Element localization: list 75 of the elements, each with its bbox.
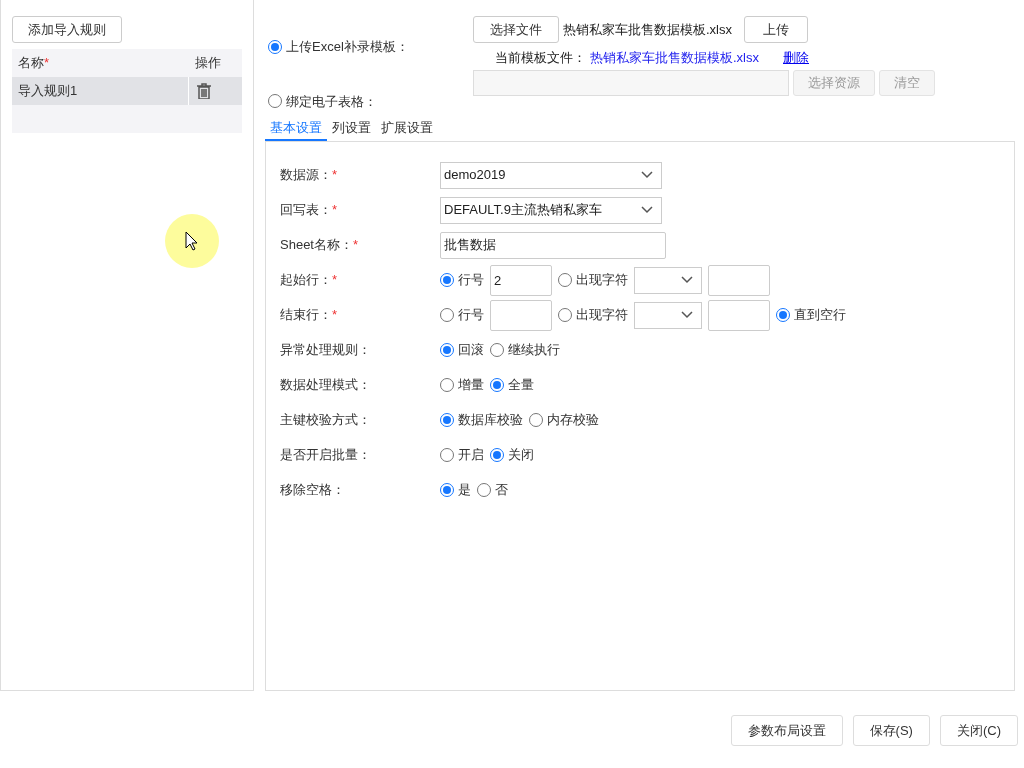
radio-label[interactable]: 直到空行 xyxy=(794,305,846,325)
radio-label[interactable]: 内存校验 xyxy=(547,410,599,430)
chevron-down-icon xyxy=(641,171,653,180)
field-label: 起始行： xyxy=(280,271,332,290)
field-label: 是否开启批量： xyxy=(280,446,371,465)
field-label: 数据处理模式： xyxy=(280,376,371,395)
add-rule-button[interactable]: 添加导入规则 xyxy=(12,16,122,43)
required-mark: * xyxy=(332,166,338,185)
radio-button[interactable] xyxy=(268,94,282,109)
required-mark: * xyxy=(332,271,338,290)
source-option-label[interactable]: 绑定电子表格： xyxy=(286,91,377,111)
radio-label[interactable]: 行号 xyxy=(458,270,484,290)
radio-label[interactable]: 继续执行 xyxy=(508,340,560,360)
radio-button[interactable] xyxy=(490,343,504,358)
footer-button[interactable]: 参数布局设置 xyxy=(730,715,843,746)
radio-label[interactable]: 否 xyxy=(495,480,508,500)
radio-button[interactable] xyxy=(529,413,543,428)
field-label: 回写表： xyxy=(280,201,332,220)
select-field[interactable]: demo2019 xyxy=(440,161,662,189)
radio-button[interactable] xyxy=(558,273,572,288)
settings-tab[interactable]: 列设置 xyxy=(327,117,376,141)
radio-label[interactable]: 回滚 xyxy=(458,340,484,360)
current-template-file[interactable]: 热销私家车批售数据模板.xlsx xyxy=(590,48,759,68)
file-name: 热销私家车批售数据模板.xlsx xyxy=(563,20,732,39)
radio-label[interactable]: 开启 xyxy=(458,445,484,465)
select-field[interactable] xyxy=(634,266,702,294)
current-template-label: 当前模板文件： xyxy=(495,49,586,68)
input-field[interactable] xyxy=(490,299,552,331)
settings-tab[interactable]: 扩展设置 xyxy=(376,117,438,141)
required-mark: * xyxy=(332,306,338,325)
column-header: 名称 xyxy=(18,54,44,73)
select-field[interactable] xyxy=(634,301,702,329)
chevron-down-icon xyxy=(681,311,693,320)
column-header: 操作 xyxy=(195,54,221,73)
required-mark: * xyxy=(332,201,338,220)
radio-label[interactable]: 关闭 xyxy=(508,445,534,465)
footer-button[interactable]: 保存(S) xyxy=(852,715,930,746)
radio-label[interactable]: 数据库校验 xyxy=(458,410,523,430)
trash-icon[interactable] xyxy=(197,83,211,99)
radio-button[interactable] xyxy=(477,483,491,498)
field-label: 主键校验方式： xyxy=(280,411,371,430)
chevron-down-icon xyxy=(681,276,693,285)
input-field[interactable] xyxy=(708,264,770,296)
field-label: 移除空格： xyxy=(280,481,345,500)
radio-label[interactable]: 出现字符 xyxy=(576,270,628,290)
radio-button[interactable] xyxy=(440,308,454,323)
delete-link[interactable]: 删除 xyxy=(783,48,809,68)
cursor-icon xyxy=(185,231,199,251)
radio-label[interactable]: 增量 xyxy=(458,375,484,395)
settings-tab[interactable]: 基本设置 xyxy=(265,117,327,141)
input-field[interactable]: 批售数据 xyxy=(440,231,666,259)
radio-label[interactable]: 出现字符 xyxy=(576,305,628,325)
upload-button[interactable]: 上传 xyxy=(744,16,808,43)
select-field[interactable]: DEFAULT.9主流热销私家车 xyxy=(440,196,662,224)
input-field[interactable] xyxy=(708,299,770,331)
field-label: 异常处理规则： xyxy=(280,341,371,360)
input-field[interactable]: 2 xyxy=(490,264,552,296)
rule-row[interactable]: 导入规则1 xyxy=(12,77,242,105)
field-label: 结束行： xyxy=(280,306,332,325)
resource-field[interactable] xyxy=(473,70,789,96)
chevron-down-icon xyxy=(641,206,653,215)
required-mark: * xyxy=(353,236,359,255)
field-label: 数据源： xyxy=(280,166,332,185)
footer-button[interactable]: 关闭(C) xyxy=(939,715,1018,746)
radio-button[interactable] xyxy=(440,448,454,463)
source-option-label[interactable]: 上传Excel补录模板： xyxy=(286,37,409,57)
required-mark: * xyxy=(44,54,50,73)
radio-label[interactable]: 行号 xyxy=(458,305,484,325)
radio-label[interactable]: 是 xyxy=(458,480,471,500)
radio-button[interactable] xyxy=(440,378,454,393)
radio-label[interactable]: 全量 xyxy=(508,375,534,395)
rule-name: 导入规则1 xyxy=(12,77,189,105)
choose-file-button[interactable]: 选择文件 xyxy=(473,16,559,43)
radio-button[interactable] xyxy=(558,308,572,323)
field-label: Sheet名称： xyxy=(280,236,353,255)
